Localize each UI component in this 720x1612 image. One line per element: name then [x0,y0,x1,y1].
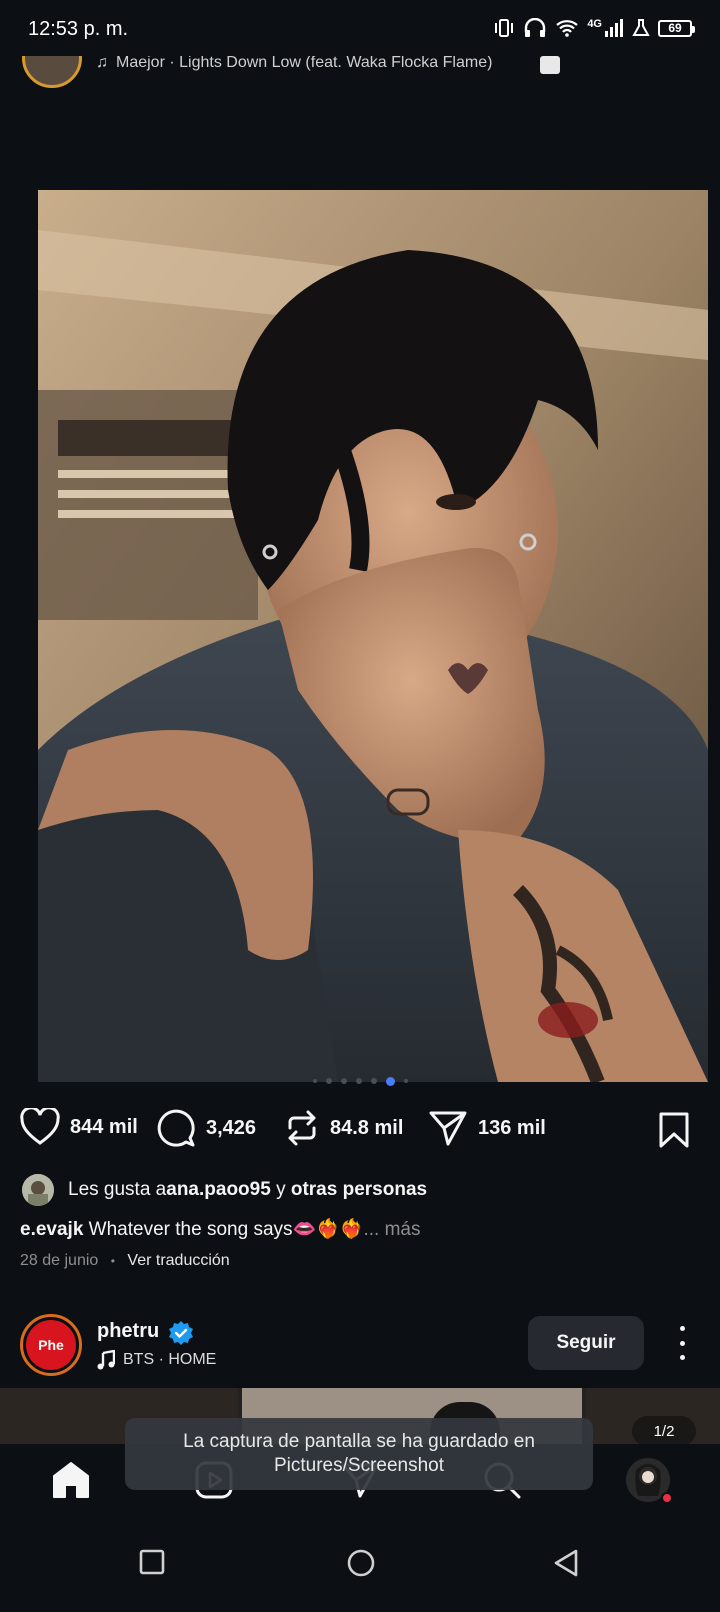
next-post-username[interactable]: phetru [97,1320,159,1343]
status-icons: 4G 69 [493,18,695,38]
repost-icon[interactable] [284,1108,320,1148]
next-post-music-label: BTS · HOME [123,1351,217,1368]
previous-post-tag-icon[interactable] [540,56,560,74]
share-action[interactable]: 136 mil [428,1108,546,1148]
back-triangle-icon[interactable] [552,1548,580,1578]
carousel-counter: 1/2 [632,1416,696,1446]
post-actions: 844 mil 3,426 84.8 mil 136 mil [0,1108,720,1154]
carousel-dot [312,1079,317,1083]
carousel-indicator [0,1077,720,1086]
more-options-icon[interactable] [672,1326,692,1360]
carousel-dot [403,1079,408,1083]
square-icon[interactable] [138,1548,166,1576]
nav-home[interactable] [50,1460,92,1505]
comment-icon[interactable] [156,1108,196,1148]
previous-post-music[interactable]: ♫ Maejor · Lights Down Low (feat. Waka Fl… [96,56,492,72]
recents-button[interactable] [138,1548,166,1581]
battery-level: 69 [668,21,682,35]
carousel-dot-active [385,1077,395,1086]
liked-by[interactable]: Les gusta a ana.paoo95 y otras personas [22,1174,427,1206]
battery-icon: 69 [658,19,695,37]
flask-icon [632,19,650,36]
heart-icon[interactable] [20,1108,60,1146]
liked-by-prefix: Les gusta a [68,1179,167,1200]
repost-count[interactable]: 84.8 mil [330,1117,403,1140]
carousel-dot [340,1078,347,1084]
carousel-dot [370,1078,377,1084]
nav-profile[interactable] [624,1456,673,1509]
post-date: 28 de junio [20,1252,99,1269]
vibrate-icon [495,19,514,37]
liked-by-user[interactable]: ana.paoo95 [166,1179,271,1201]
liked-by-others[interactable]: otras personas [291,1179,427,1201]
status-time: 12:53 p. m. [28,18,129,40]
liked-by-avatar [22,1174,54,1206]
status-bar: 12:53 p. m. 4G 69 [0,0,720,60]
wifi-icon [556,20,579,37]
verified-badge-icon [169,1321,193,1345]
next-post-avatar-logo: Phe [26,1320,76,1370]
follow-button[interactable]: Seguir [528,1316,644,1370]
carousel-dot [355,1078,362,1084]
caption-text: Whatever the song says👄❤️‍🔥❤️‍🔥 [83,1219,364,1240]
comment-count[interactable]: 3,426 [206,1117,256,1140]
headphones-icon [525,18,546,37]
send-icon[interactable] [428,1108,468,1148]
previous-post-avatar[interactable] [22,56,82,88]
back-button[interactable] [552,1548,580,1583]
music-note-icon [97,1350,115,1370]
like-count[interactable]: 844 mil [70,1116,138,1139]
screenshot-toast: La captura de pantalla se ha guardado en… [125,1418,593,1490]
save-action[interactable] [658,1112,690,1153]
home-icon[interactable] [50,1460,92,1500]
next-post-header: Phe phetru BTS · HOME Seguir [0,1312,720,1382]
translate-link[interactable]: Ver traducción [127,1252,229,1269]
circle-icon[interactable] [346,1548,376,1578]
previous-post-header: ♫ Maejor · Lights Down Low (feat. Waka Fl… [0,56,720,92]
next-post-avatar[interactable]: Phe [20,1314,82,1376]
caption-more-link[interactable]: ... más [363,1219,420,1240]
post-caption: e.evajk Whatever the song says👄❤️‍🔥❤️‍🔥.… [20,1217,421,1241]
profile-avatar[interactable] [624,1456,673,1504]
post-meta: 28 de junio • Ver traducción [20,1252,230,1270]
repost-action[interactable]: 84.8 mil [284,1108,403,1148]
post-photo[interactable] [38,190,708,1082]
home-button[interactable] [346,1548,376,1583]
caption-username[interactable]: e.evajk [20,1219,83,1240]
next-post-music[interactable]: BTS · HOME [97,1350,216,1370]
like-action[interactable]: 844 mil [20,1108,138,1146]
comment-action[interactable]: 3,426 [156,1108,256,1148]
meta-separator: • [110,1254,115,1268]
carousel-dot [325,1078,332,1084]
network-label: 4G [587,18,602,30]
bookmark-icon[interactable] [658,1112,690,1148]
liked-by-connector: y [270,1179,291,1200]
share-count[interactable]: 136 mil [478,1117,546,1140]
system-navigation-bar [0,1520,720,1612]
signal-icon [605,19,623,37]
